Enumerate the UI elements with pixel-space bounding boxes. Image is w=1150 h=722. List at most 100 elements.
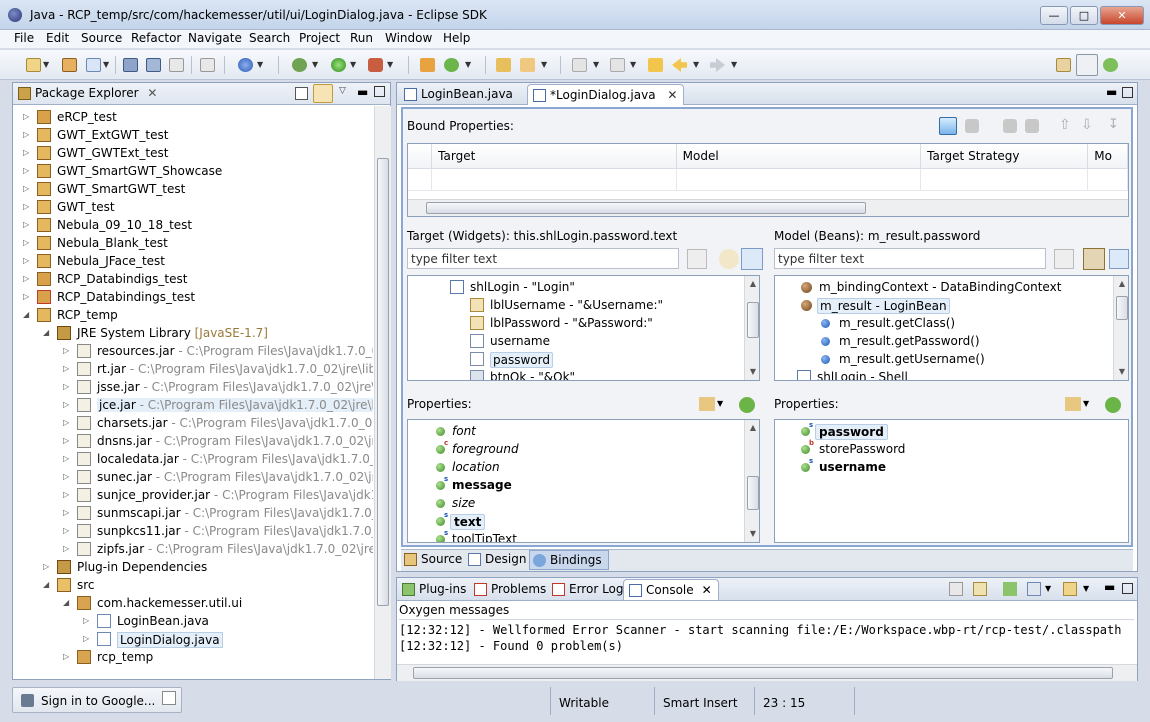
- column-model[interactable]: Model: [676, 144, 922, 169]
- external-tools-icon[interactable]: [368, 58, 383, 72]
- link-with-editor-icon[interactable]: [313, 84, 333, 103]
- delete-all-icon[interactable]: [1025, 119, 1039, 133]
- clear-filter-icon[interactable]: [687, 249, 707, 269]
- minimize-view-icon[interactable]: ▬: [1104, 580, 1115, 594]
- new-java-class-icon[interactable]: [444, 58, 459, 72]
- open-perspective-icon[interactable]: [1056, 58, 1071, 72]
- goto-icon[interactable]: ↧: [1108, 117, 1122, 133]
- prev-annotation-icon[interactable]: [610, 58, 625, 72]
- open-console-icon[interactable]: [1063, 582, 1077, 596]
- google-icon[interactable]: [238, 58, 253, 72]
- delete-binding-icon[interactable]: [1003, 119, 1017, 133]
- menu-edit[interactable]: Edit: [46, 31, 69, 45]
- move-up-icon[interactable]: ⇧: [1059, 117, 1071, 133]
- model-filter-input[interactable]: type filter text: [774, 248, 1046, 269]
- new-fast-view-icon[interactable]: [162, 691, 176, 705]
- minimize-view-icon[interactable]: ▬: [357, 85, 368, 99]
- scroll-thumb[interactable]: [377, 158, 389, 606]
- layout-icon[interactable]: [200, 58, 215, 72]
- menu-run[interactable]: Run: [350, 31, 373, 45]
- menu-navigate[interactable]: Navigate: [188, 31, 242, 45]
- last-edit-icon[interactable]: [648, 58, 663, 72]
- open-type-icon[interactable]: [496, 58, 511, 72]
- tab-source[interactable]: Source: [401, 550, 468, 570]
- save-all-icon[interactable]: [146, 58, 161, 72]
- back-icon[interactable]: [672, 58, 687, 72]
- close-icon[interactable]: ✕: [702, 583, 712, 597]
- minimize-button[interactable]: —: [1040, 6, 1068, 25]
- edit-binding-icon[interactable]: [965, 119, 979, 133]
- wb-icon[interactable]: [420, 58, 435, 72]
- clear-filter-icon[interactable]: [1054, 249, 1074, 269]
- close-button[interactable]: ✕: [1100, 6, 1144, 25]
- maximize-view-icon[interactable]: [374, 86, 385, 97]
- new-package-icon[interactable]: [86, 58, 101, 72]
- scroll-thumb[interactable]: [426, 202, 866, 214]
- scroll-thumb[interactable]: [1116, 296, 1128, 320]
- menu-search[interactable]: Search: [249, 31, 290, 45]
- model-tree-scrollbar[interactable]: ▲ ▼: [1113, 276, 1128, 380]
- close-icon[interactable]: ✕: [147, 86, 157, 100]
- pin-console-icon[interactable]: [1003, 582, 1017, 596]
- scroll-lock-icon[interactable]: [973, 582, 987, 596]
- console-hscrollbar[interactable]: [397, 664, 1137, 681]
- sort-icon[interactable]: [1065, 397, 1081, 411]
- column-model-strategy[interactable]: Mo: [1087, 144, 1128, 169]
- tab-logindialog[interactable]: *LoginDialog.java ✕: [527, 84, 685, 105]
- move-down-icon[interactable]: ⇩: [1081, 117, 1093, 133]
- collapse-all-icon[interactable]: [295, 87, 308, 100]
- menu-source[interactable]: Source: [81, 31, 122, 45]
- view-menu-icon[interactable]: ▽: [339, 86, 346, 96]
- column-target-strategy[interactable]: Target Strategy: [920, 144, 1089, 169]
- target-tree-scrollbar[interactable]: ▲ ▼: [744, 276, 759, 380]
- menu-window[interactable]: Window: [385, 31, 432, 45]
- show-properties-icon[interactable]: [1083, 248, 1105, 270]
- add-binding-icon[interactable]: [739, 397, 755, 413]
- debug-perspective-icon[interactable]: [1103, 58, 1118, 72]
- print-icon[interactable]: [169, 58, 184, 72]
- maximize-view-icon[interactable]: [1122, 87, 1133, 98]
- search-icon[interactable]: [520, 58, 535, 72]
- close-icon[interactable]: ✕: [667, 88, 677, 102]
- scroll-thumb[interactable]: [747, 302, 759, 338]
- add-binding-icon[interactable]: [1105, 397, 1121, 413]
- display-console-icon[interactable]: [1027, 582, 1041, 596]
- tree-view-icon[interactable]: [741, 248, 763, 270]
- target-filter-input[interactable]: type filter text: [407, 248, 679, 269]
- maximize-button[interactable]: □: [1070, 6, 1098, 25]
- target-properties-scrollbar[interactable]: ▲ ▼: [744, 420, 759, 542]
- tab-loginbean[interactable]: LoginBean.java: [399, 84, 519, 105]
- java-perspective-icon[interactable]: [1076, 54, 1098, 76]
- tree-view-icon[interactable]: [1109, 249, 1129, 269]
- menu-refactor[interactable]: Refactor: [131, 31, 181, 45]
- explorer-scrollbar[interactable]: [374, 106, 391, 679]
- show-properties-icon[interactable]: [719, 249, 739, 269]
- bindings-hscrollbar[interactable]: [408, 199, 1128, 216]
- refresh-icon[interactable]: [939, 117, 957, 135]
- tab-bindings[interactable]: Bindings: [529, 550, 609, 570]
- column-target[interactable]: Target: [431, 144, 677, 169]
- signin-button[interactable]: Sign in to Google...: [12, 687, 182, 713]
- next-annotation-icon[interactable]: [572, 58, 587, 72]
- menu-project[interactable]: Project: [299, 31, 340, 45]
- sort-icon[interactable]: [699, 397, 715, 411]
- minimize-view-icon[interactable]: ▬: [1106, 85, 1117, 99]
- menu-file[interactable]: File: [14, 31, 34, 45]
- tab-design[interactable]: Design: [465, 550, 532, 570]
- clear-console-icon[interactable]: [949, 582, 963, 596]
- maximize-view-icon[interactable]: [1122, 583, 1133, 594]
- tab-console[interactable]: Console ✕: [623, 579, 719, 600]
- package-explorer-tab[interactable]: Package Explorer ✕: [13, 83, 163, 104]
- scroll-thumb[interactable]: [747, 476, 759, 510]
- menu-help[interactable]: Help: [443, 31, 470, 45]
- tab-plugins[interactable]: Plug-ins: [399, 580, 472, 600]
- forward-icon[interactable]: [710, 58, 725, 72]
- new-icon[interactable]: [26, 58, 41, 72]
- save-icon[interactable]: [123, 58, 138, 72]
- scroll-thumb[interactable]: [413, 667, 1113, 679]
- debug-icon[interactable]: [292, 58, 307, 72]
- console-output[interactable]: [12:32:12] - Wellformed Error Scanner - …: [399, 619, 1134, 663]
- new-project-icon[interactable]: [62, 58, 77, 72]
- run-icon[interactable]: [331, 58, 346, 72]
- tab-error-log[interactable]: Error Log: [549, 580, 630, 600]
